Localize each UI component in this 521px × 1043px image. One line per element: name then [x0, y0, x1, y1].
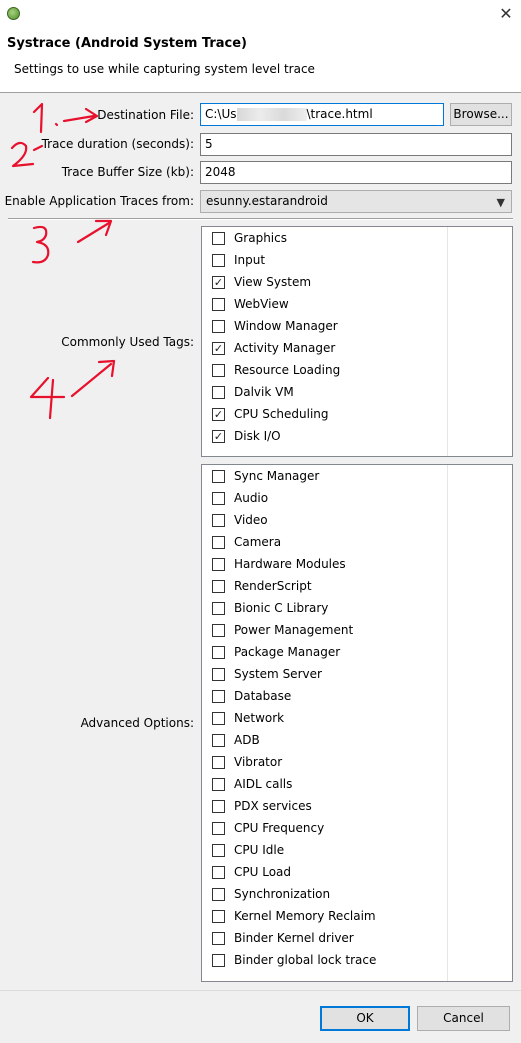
annotation-mark-3: [31, 225, 50, 264]
annotation-mark-2: [10, 141, 35, 168]
annotation-dot-1: [54, 122, 59, 127]
annotation-dash-2: [32, 144, 44, 152]
annotation-arrow-4: [70, 362, 113, 398]
annotation-mark-4: [29, 376, 66, 420]
annotation-arrow-3: [76, 221, 111, 244]
annotation-mark-1: [32, 102, 44, 134]
handwritten-annotations: [10, 102, 116, 420]
